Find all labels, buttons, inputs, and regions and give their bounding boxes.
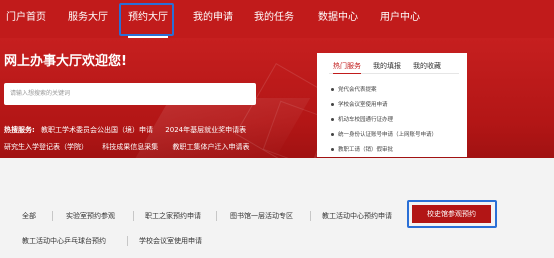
search-placeholder: 请输入想搜索的关键词	[10, 90, 71, 97]
tab-hot-services[interactable]: 热门服务	[333, 61, 361, 74]
nav-item-service-hall[interactable]: 服务大厅	[68, 0, 108, 38]
service-item[interactable]: 学校会议室使用申请	[331, 100, 388, 108]
bullet-icon	[331, 133, 334, 136]
service-item-label: 机动车校园通行证办理	[338, 117, 394, 123]
bullet-icon	[331, 103, 334, 106]
appointment-tab-staff-activity-center[interactable]: 教工活动中心预约申请	[322, 211, 392, 221]
hot-link[interactable]: 教职工学术委员会公出国（境）申请	[41, 126, 153, 134]
hot-link[interactable]: 研究生入学登记表（学院）	[4, 143, 88, 151]
page: 门户首页 服务大厅 预约大厅 我的申请 我的任务 数据中心 用户中心 网上办事大…	[0, 0, 554, 258]
bullet-icon	[331, 148, 334, 151]
nav-highlight-box	[119, 3, 174, 36]
hero-banner: 网上办事大厅欢迎您! 请输入想搜索的关键词 热搜服务: 教职工学术委员会公出国（…	[0, 38, 554, 158]
appointment-tab-lab-visit[interactable]: 实验室预约参观	[66, 211, 115, 221]
hot-search-label: 热搜服务:	[4, 126, 35, 134]
appointment-tab-all[interactable]: 全部	[22, 211, 36, 221]
service-item[interactable]: 机动车校园通行证办理	[331, 115, 393, 123]
appointment-tab-staff-home[interactable]: 职工之家预约申请	[145, 211, 201, 221]
nav-item-home[interactable]: 门户首页	[6, 0, 46, 38]
divider	[310, 211, 311, 221]
divider	[52, 211, 53, 221]
hot-search-row-2: 研究生入学登记表（学院） 科技成果信息采集 教职工集体户迁入申请表	[4, 142, 249, 152]
divider	[216, 211, 217, 221]
appointment-tab-library-zone[interactable]: 图书馆一层活动专区	[230, 211, 293, 221]
service-item-label: 教职工请（销）假审批	[338, 147, 394, 153]
welcome-title: 网上办事大厅欢迎您!	[4, 54, 127, 69]
appointment-tab-table-tennis[interactable]: 教工活动中心乒乓球台预约	[22, 236, 106, 246]
tab-my-favorites[interactable]: 我的收藏	[413, 61, 441, 71]
services-panel: 热门服务 我的填报 我的收藏 党代会代表提案 学校会议室使用申请 机动车校园通行…	[317, 53, 467, 157]
search-input[interactable]: 请输入想搜索的关键词	[4, 83, 256, 105]
active-tab-highlight-box	[407, 200, 497, 228]
service-item-label: 党代会代表提案	[338, 87, 377, 93]
nav-item-my-tasks[interactable]: 我的任务	[254, 0, 294, 38]
hot-link[interactable]: 2024年基层就业奖申请表	[165, 126, 246, 134]
hot-search-row-1: 热搜服务: 教职工学术委员会公出国（境）申请 2024年基层就业奖申请表	[4, 125, 246, 135]
top-nav: 门户首页 服务大厅 预约大厅 我的申请 我的任务 数据中心 用户中心	[0, 0, 554, 38]
nav-item-data-center[interactable]: 数据中心	[318, 0, 358, 38]
appointment-tab-meeting-room[interactable]: 学校会议室使用申请	[139, 236, 202, 246]
divider	[133, 211, 134, 221]
service-item[interactable]: 统一身份认证账号申请（上网账号申请）	[331, 130, 437, 138]
divider	[127, 236, 128, 246]
service-item[interactable]: 党代会代表提案	[331, 85, 377, 93]
service-item-label: 学校会议室使用申请	[338, 102, 388, 108]
nav-item-user-center[interactable]: 用户中心	[380, 0, 420, 38]
nav-item-my-applications[interactable]: 我的申请	[193, 0, 233, 38]
hot-link[interactable]: 科技成果信息采集	[102, 143, 158, 151]
service-item-label: 统一身份认证账号申请（上网账号申请）	[338, 132, 438, 138]
bullet-icon	[331, 88, 334, 91]
hot-link[interactable]: 教职工集体户迁入申请表	[172, 143, 249, 151]
service-item[interactable]: 教职工请（销）假审批	[331, 145, 393, 153]
tab-my-submissions[interactable]: 我的填报	[373, 61, 401, 71]
bullet-icon	[331, 118, 334, 121]
panel-tabs: 热门服务 我的填报 我的收藏	[329, 59, 459, 74]
